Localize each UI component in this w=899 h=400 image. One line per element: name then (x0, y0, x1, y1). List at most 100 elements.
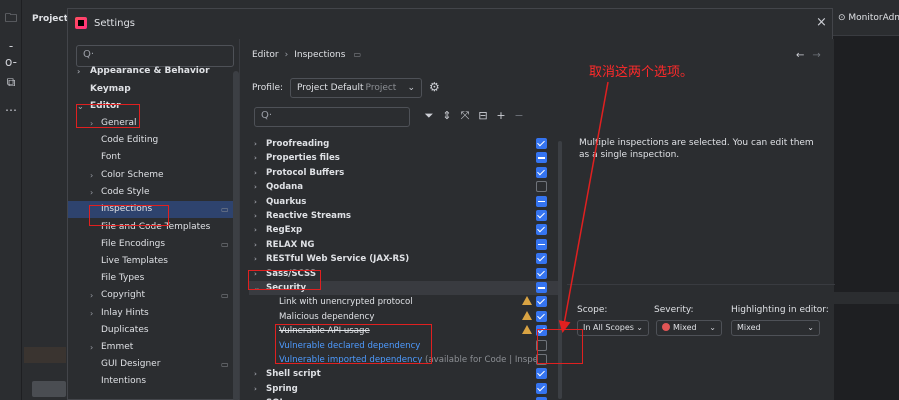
panel-splitter[interactable] (567, 284, 835, 285)
sidebar-item-intentions[interactable]: Intentions (68, 373, 238, 390)
chevron-right-icon[interactable]: › (77, 63, 80, 80)
tree-row-label: RESTful Web Service (JAX-RS) (266, 252, 409, 266)
inspection-name: Protocol Buffers (266, 167, 345, 178)
inspection-checkbox[interactable] (536, 224, 547, 236)
chevron-right-icon[interactable]: › (90, 167, 93, 184)
chevron-right-icon[interactable]: › (254, 238, 257, 252)
folder-icon[interactable]: 🗀 (3, 10, 19, 26)
remove-icon[interactable]: − (510, 109, 528, 122)
chevron-right-icon[interactable]: › (254, 166, 257, 180)
add-icon[interactable]: + (492, 109, 510, 122)
sidebar-item-emmet[interactable]: › Emmet (68, 339, 238, 356)
chevron-right-icon[interactable]: › (254, 180, 257, 194)
scope-value: In All Scopes (583, 323, 634, 332)
inspection-checkbox[interactable] (536, 310, 547, 322)
sidebar-item-appearance-behavior[interactable]: › Appearance & Behavior (68, 63, 238, 80)
sidebar-item-gui-designer[interactable]: GUI Designer ▭ (68, 356, 238, 373)
inspection-checkbox[interactable] (536, 152, 547, 164)
breadcrumb-editor[interactable]: Editor (252, 50, 279, 60)
tree-row-link-with-unencrypted-protocol[interactable]: Link with unencrypted protocol (249, 295, 559, 309)
tree-row-quarkus[interactable]: › Quarkus (249, 195, 559, 209)
chevron-right-icon[interactable]: › (90, 184, 93, 201)
sidebar-item-file-encodings[interactable]: File Encodings ▭ (68, 236, 238, 253)
tree-row-proofreading[interactable]: › Proofreading (249, 137, 559, 151)
chevron-right-icon[interactable]: › (254, 209, 257, 223)
more-icon[interactable]: ⋯ (3, 102, 19, 118)
tree-row-sql[interactable]: › SQL (249, 396, 559, 400)
expand-all-icon[interactable]: ⇕ (438, 109, 456, 122)
tree-row-relax-ng[interactable]: › RELAX NG (249, 238, 559, 252)
back-arrow-icon[interactable]: ← (796, 50, 804, 61)
tree-row-label: Proofreading (266, 137, 329, 151)
inspection-checkbox[interactable] (536, 267, 547, 279)
chevron-right-icon[interactable]: › (254, 137, 257, 151)
project-scope-icon: ▭ (221, 360, 229, 369)
sidebar-item-font[interactable]: Font (68, 149, 238, 166)
inspection-checkbox[interactable] (536, 166, 547, 178)
chevron-right-icon[interactable]: › (254, 382, 257, 396)
sidebar-item-code-editing[interactable]: Code Editing (68, 132, 238, 149)
tree-row-malicious-dependency[interactable]: Malicious dependency (249, 310, 559, 324)
inspection-checkbox[interactable] (536, 195, 547, 207)
settings-dialog: Settings × Q· › Appearance & Behavior Keym… (67, 8, 835, 400)
sidebar-item-copyright[interactable]: › Copyright ▭ (68, 287, 238, 304)
filter-icon[interactable]: ⏷ (420, 109, 438, 123)
tree-row-label: Shell script (266, 367, 321, 381)
breadcrumb-inspections: Inspections (294, 50, 346, 60)
profile-dropdown[interactable]: Project Default Project ⌄ (290, 78, 422, 98)
editor-tab[interactable]: ⊙ MonitorAdm (838, 13, 899, 23)
gear-icon[interactable]: ⚙ (429, 80, 440, 94)
chevron-right-icon[interactable]: › (254, 195, 257, 209)
commit-icon[interactable]: -o- (3, 38, 19, 69)
forward-arrow-icon[interactable]: → (812, 50, 820, 61)
severity-dropdown[interactable]: Mixed ⌄ (656, 320, 722, 336)
collapse-all-icon[interactable]: ⤧ (456, 109, 474, 123)
tree-row-reactive-streams[interactable]: › Reactive Streams (249, 209, 559, 223)
inspection-checkbox[interactable] (536, 382, 547, 394)
sidebar-item-label: GUI Designer (101, 359, 161, 369)
reset-icon[interactable]: ⊟ (474, 109, 492, 122)
ide-background-button (32, 381, 66, 397)
sidebar-item-live-templates[interactable]: Live Templates (68, 253, 238, 270)
sidebar-item-duplicates[interactable]: Duplicates (68, 322, 238, 339)
chevron-right-icon[interactable]: › (90, 339, 93, 356)
sidebar-item-keymap[interactable]: Keymap (68, 81, 238, 98)
sidebar-item-inlay-hints[interactable]: › Inlay Hints (68, 305, 238, 322)
close-icon[interactable]: × (816, 15, 827, 30)
tree-row-protocol-buffers[interactable]: › Protocol Buffers (249, 166, 559, 180)
severity-label: Severity: (654, 305, 694, 315)
tree-row-shell-script[interactable]: › Shell script (249, 367, 559, 381)
inspection-search-input[interactable]: Q· (254, 107, 410, 127)
sidebar-item-label: Color Scheme (101, 170, 164, 180)
chevron-right-icon[interactable]: › (90, 287, 93, 304)
chevron-right-icon[interactable]: › (254, 151, 257, 165)
inspection-checkbox[interactable] (536, 253, 547, 265)
chevron-right-icon[interactable]: › (254, 396, 257, 400)
highlighting-dropdown[interactable]: Mixed ⌄ (731, 320, 820, 336)
inspection-checkbox[interactable] (536, 181, 547, 193)
inspection-name: Spring (266, 383, 298, 394)
chevron-right-icon[interactable]: › (254, 367, 257, 381)
inspection-checkbox[interactable] (536, 368, 547, 380)
sidebar-item-code-style[interactable]: › Code Style (68, 184, 238, 201)
chevron-right-icon[interactable]: › (254, 223, 257, 237)
chevron-right-icon[interactable]: › (254, 252, 257, 266)
tree-row-qodana[interactable]: › Qodana (249, 180, 559, 194)
project-panel-title[interactable]: Project (32, 14, 68, 24)
tree-row-restful-web-service-jax-rs-[interactable]: › RESTful Web Service (JAX-RS) (249, 252, 559, 266)
project-scope-icon: ▭ (353, 50, 361, 59)
sidebar-item-file-types[interactable]: File Types (68, 270, 238, 287)
inspection-checkbox[interactable] (536, 238, 547, 250)
scope-dropdown[interactable]: In All Scopes ⌄ (577, 320, 649, 336)
inspection-checkbox[interactable] (536, 138, 547, 149)
tree-row-spring[interactable]: › Spring (249, 382, 559, 396)
sidebar-item-color-scheme[interactable]: › Color Scheme (68, 167, 238, 184)
tree-row-regexp[interactable]: › RegExp (249, 223, 559, 237)
chevron-right-icon[interactable]: › (90, 305, 93, 322)
tree-row-properties-files[interactable]: › Properties files (249, 151, 559, 165)
inspection-checkbox[interactable] (536, 210, 547, 221)
inspection-checkbox[interactable] (536, 282, 547, 293)
inspection-checkbox[interactable] (536, 296, 547, 308)
structure-icon[interactable]: ⧉ (3, 74, 19, 90)
inspection-name: Malicious dependency (279, 311, 375, 322)
